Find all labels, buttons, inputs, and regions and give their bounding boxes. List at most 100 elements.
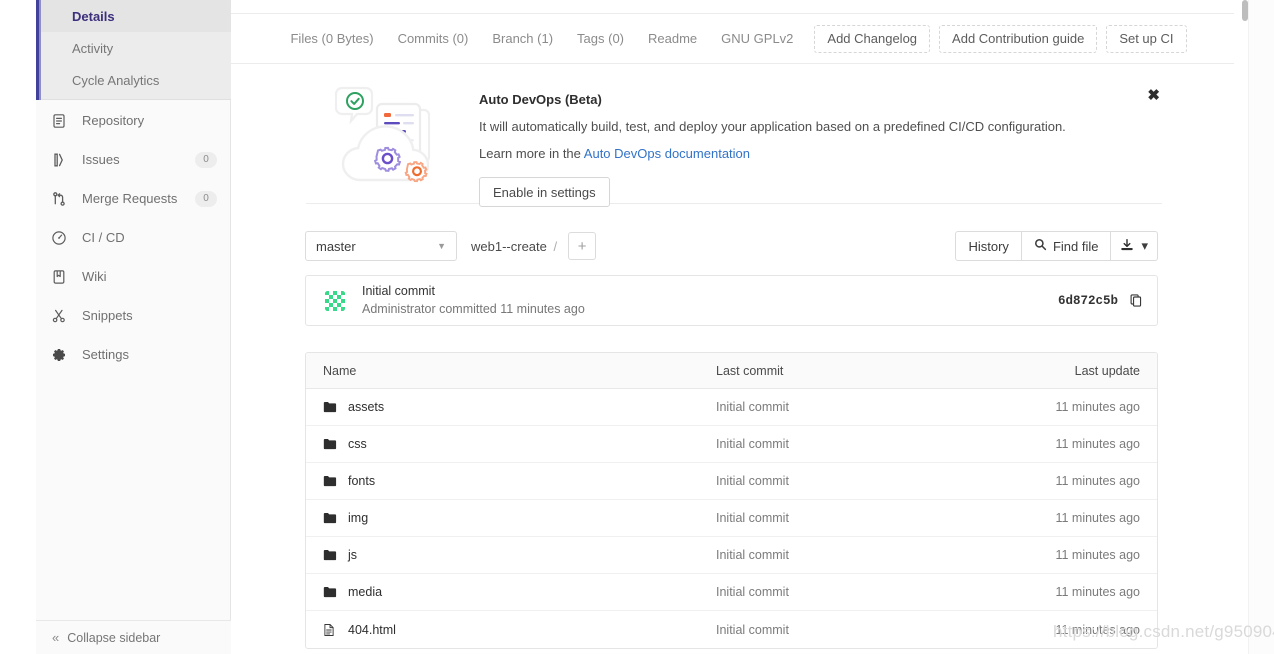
sidebar-item-merge-requests[interactable]: Merge Requests 0	[36, 179, 231, 218]
add-changelog-button[interactable]: Add Changelog	[814, 24, 931, 53]
toolbar-link-license[interactable]: GNU GPLv2	[709, 31, 805, 46]
branch-select-value: master	[316, 238, 356, 254]
download-icon	[1120, 238, 1134, 255]
project-sidebar: Details Activity Cycle Analytics Reposit…	[36, 0, 231, 654]
download-button[interactable]: ▾	[1111, 231, 1158, 261]
add-contribution-guide-button[interactable]: Add Contribution guide	[939, 24, 1098, 53]
branch-path-row: master ▼ web1--create / + History Find f…	[305, 230, 1158, 262]
folder-icon	[323, 438, 339, 450]
add-to-tree-button[interactable]: +	[568, 232, 597, 260]
file-last-update: 11 minutes ago	[1055, 400, 1140, 414]
file-last-commit: Initial commit	[716, 437, 789, 451]
file-last-commit: Initial commit	[716, 585, 789, 599]
repo-toolbar: Files (0 Bytes) Commits (0) Branch (1) T…	[231, 14, 1234, 64]
toolbar-link-files[interactable]: Files (0 Bytes)	[278, 31, 385, 46]
banner-learn-prefix: Learn more in the	[479, 146, 584, 161]
merge-requests-count-badge: 0	[195, 190, 217, 207]
file-last-update: 11 minutes ago	[1055, 474, 1140, 488]
issues-icon	[50, 151, 68, 169]
book-icon	[50, 268, 68, 286]
auto-devops-text: ✖ Auto DevOps (Beta) It will automatical…	[456, 76, 1162, 207]
copy-icon[interactable]	[1129, 293, 1143, 308]
sidebar-item-snippets[interactable]: Snippets	[36, 296, 231, 335]
repo-actions: History Find file ▾	[955, 231, 1158, 261]
sidebar-nav: Repository Issues 0 Merge Requests 0 CI …	[36, 101, 231, 374]
active-section-indicator	[36, 0, 41, 100]
close-icon[interactable]: ✖	[1147, 88, 1160, 103]
auto-devops-documentation-link[interactable]: Auto DevOps documentation	[584, 146, 750, 161]
history-button[interactable]: History	[955, 231, 1022, 261]
folder-icon	[323, 586, 339, 598]
table-row[interactable]: media Initial commit 11 minutes ago	[306, 574, 1157, 611]
vertical-scrollbar[interactable]	[1242, 0, 1248, 654]
banner-learn-more: Learn more in the Auto DevOps documentat…	[479, 146, 1162, 161]
branch-select[interactable]: master ▼	[305, 231, 457, 261]
table-row[interactable]: fonts Initial commit 11 minutes ago	[306, 463, 1157, 500]
toolbar-link-branch[interactable]: Branch (1)	[480, 31, 565, 46]
avatar	[322, 287, 348, 314]
file-last-update: 11 minutes ago	[1055, 437, 1140, 451]
file-name: 404.html	[348, 622, 396, 637]
toolbar-link-readme[interactable]: Readme	[636, 31, 709, 46]
sidebar-item-label: Wiki	[82, 269, 107, 284]
issues-count-badge: 0	[195, 151, 217, 168]
toolbar-link-commits[interactable]: Commits (0)	[386, 31, 481, 46]
collapse-sidebar-label: Collapse sidebar	[67, 630, 161, 645]
file-name: js	[348, 548, 358, 562]
find-file-label: Find file	[1052, 238, 1099, 254]
commit-sha[interactable]: 6d872c5b	[1058, 294, 1118, 308]
column-header-name: Name	[323, 363, 357, 378]
sidebar-item-label: Issues	[82, 152, 120, 167]
right-gutter	[1248, 0, 1274, 654]
enable-in-settings-button[interactable]: Enable in settings	[479, 177, 610, 207]
sidebar-item-label: Repository	[82, 113, 145, 128]
toolbar-link-tags[interactable]: Tags (0)	[565, 31, 636, 46]
auto-devops-illustration-icon	[306, 76, 456, 191]
rocket-gauge-icon	[50, 229, 68, 247]
sidebar-item-cycle-analytics[interactable]: Cycle Analytics	[36, 64, 231, 96]
chevron-down-icon: ▼	[437, 241, 446, 251]
file-name: img	[348, 511, 369, 525]
sidebar-item-label: Details	[72, 8, 115, 24]
file-last-update: 11 minutes ago	[1055, 548, 1140, 562]
column-header-last-update: Last update	[1074, 363, 1140, 378]
file-icon	[323, 623, 339, 637]
merge-request-icon	[50, 190, 68, 208]
sidebar-item-repository[interactable]: Repository	[36, 101, 231, 140]
sidebar-item-details[interactable]: Details	[36, 0, 231, 32]
file-name: media	[348, 585, 383, 599]
table-header: Name Last commit Last update	[306, 353, 1157, 389]
table-row[interactable]: assets Initial commit 11 minutes ago	[306, 389, 1157, 426]
last-commit-box: Initial commit Administrator committed 1…	[305, 275, 1158, 326]
table-row[interactable]: img Initial commit 11 minutes ago	[306, 500, 1157, 537]
file-last-update: 11 minutes ago	[1055, 511, 1140, 525]
left-rail	[0, 0, 36, 654]
chevron-double-left-icon: «	[52, 630, 59, 645]
file-name: fonts	[348, 474, 376, 488]
commit-title[interactable]: Initial commit	[362, 283, 1058, 300]
commit-info: Initial commit Administrator committed 1…	[362, 283, 1058, 318]
sidebar-item-label: Activity	[72, 40, 114, 56]
sidebar-item-label: Settings	[82, 347, 129, 362]
chevron-down-icon: ▾	[1141, 238, 1148, 253]
table-row[interactable]: 404.html Initial commit 11 minutes ago	[306, 611, 1157, 648]
set-up-ci-button[interactable]: Set up CI	[1106, 24, 1187, 53]
file-last-update: 11 minutes ago	[1055, 622, 1140, 637]
sidebar-item-wiki[interactable]: Wiki	[36, 257, 231, 296]
sidebar-item-issues[interactable]: Issues 0	[36, 140, 231, 179]
sidebar-item-settings[interactable]: Settings	[36, 335, 231, 374]
gear-icon	[50, 346, 68, 364]
scrollbar-thumb[interactable]	[1242, 0, 1248, 21]
sidebar-item-activity[interactable]: Activity	[36, 32, 231, 64]
find-file-button[interactable]: Find file	[1021, 231, 1112, 261]
sidebar-item-ci-cd[interactable]: CI / CD	[36, 218, 231, 257]
search-icon	[1034, 238, 1047, 254]
file-last-commit: Initial commit	[716, 400, 789, 414]
collapse-sidebar-button[interactable]: « Collapse sidebar	[36, 620, 231, 654]
table-row[interactable]: js Initial commit 11 minutes ago	[306, 537, 1157, 574]
column-header-last-commit: Last commit	[716, 363, 784, 378]
file-tree-table: Name Last commit Last update assets Init…	[305, 352, 1158, 649]
breadcrumb-root[interactable]: web1--create	[471, 239, 547, 254]
table-row[interactable]: css Initial commit 11 minutes ago	[306, 426, 1157, 463]
sidebar-subnav: Details Activity Cycle Analytics	[36, 0, 231, 100]
